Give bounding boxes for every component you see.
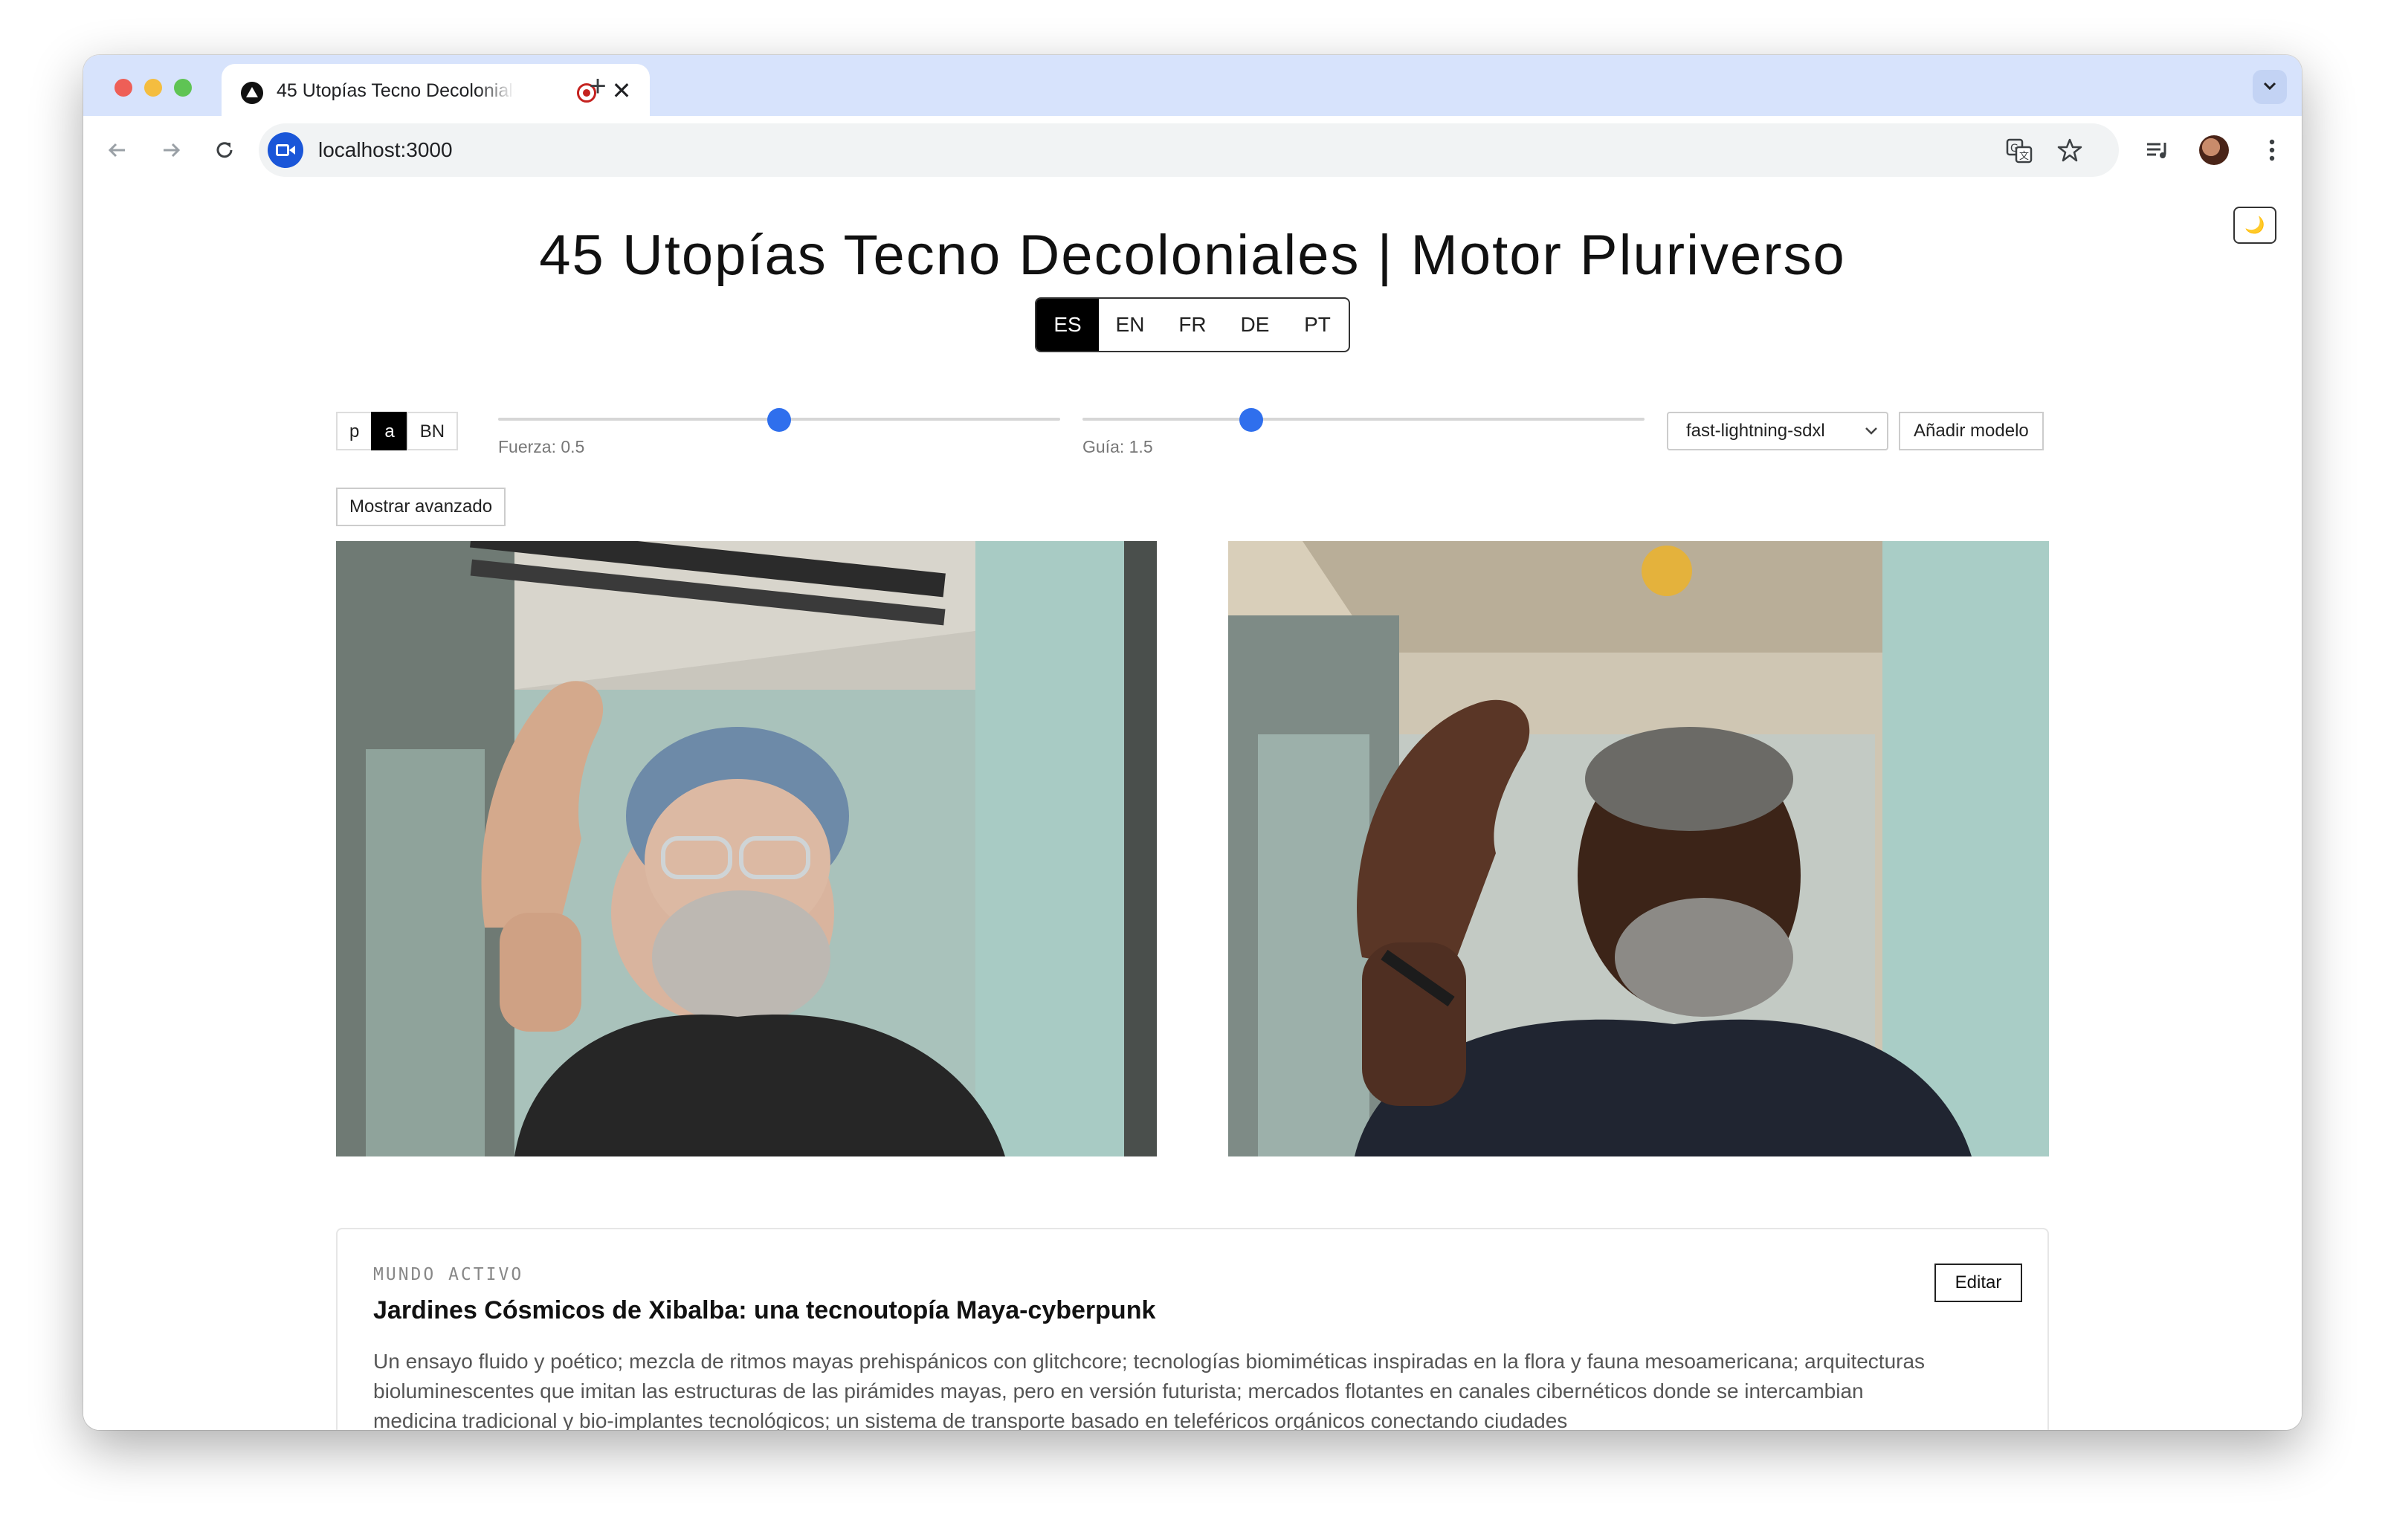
slider-thumb[interactable]: [1239, 408, 1263, 432]
back-button[interactable]: [100, 132, 135, 168]
browser-toolbar: localhost:3000 G文: [83, 116, 2302, 186]
tab-strip: 45 Utopías Tecno Decoloniales | Motor Pl…: [83, 55, 2302, 117]
mode-bn-button[interactable]: BN: [406, 412, 459, 450]
arrow-right-icon: [164, 143, 181, 158]
translate-icon[interactable]: G文: [2006, 137, 2033, 164]
mode-switcher: p a BN: [336, 412, 459, 450]
strength-slider[interactable]: Fuerza: 0.5: [498, 403, 1060, 456]
maximize-window-button[interactable]: [174, 79, 192, 97]
reload-button[interactable]: [207, 132, 242, 168]
camera-icon[interactable]: [268, 132, 303, 168]
favicon-icon: [241, 82, 263, 104]
more-menu-icon[interactable]: [2254, 132, 2290, 168]
minimize-window-button[interactable]: [144, 79, 162, 97]
add-model-button[interactable]: Añadir modelo: [1899, 412, 2044, 450]
lang-es-button[interactable]: ES: [1036, 299, 1099, 351]
chevron-down-icon: [1865, 427, 1877, 435]
guidance-label: Guía: 1.5: [1082, 437, 1153, 456]
active-world-card: MUNDO ACTIVO Jardines Cósmicos de Xibalb…: [336, 1228, 2049, 1430]
lang-en-button[interactable]: EN: [1099, 299, 1161, 351]
browser-window: 45 Utopías Tecno Decoloniales | Motor Pl…: [83, 55, 2302, 1430]
star-icon[interactable]: [2056, 137, 2083, 164]
output-video: [1228, 541, 2049, 1156]
new-tab-button[interactable]: +: [580, 70, 616, 106]
world-description: Un ensayo fluido y poético; mezcla de ri…: [373, 1350, 1926, 1430]
forward-button[interactable]: [153, 132, 189, 168]
strength-label: Fuerza: 0.5: [498, 437, 585, 456]
slider-thumb[interactable]: [767, 408, 791, 432]
slider-track[interactable]: [1082, 418, 1645, 421]
close-window-button[interactable]: [114, 79, 132, 97]
input-video: [336, 541, 1157, 1156]
page-title: 45 Utopías Tecno Decoloniales | Motor Pl…: [539, 224, 1846, 287]
model-select-value: fast-lightning-sdxl: [1686, 421, 1825, 441]
lang-de-button[interactable]: DE: [1224, 299, 1286, 351]
tab-title: 45 Utopías Tecno Decoloniales | Motor Pl…: [277, 80, 514, 102]
show-advanced-button[interactable]: Mostrar avanzado: [336, 488, 506, 526]
lang-fr-button[interactable]: FR: [1161, 299, 1224, 351]
world-title: Jardines Cósmicos de Xibalba: una tecnou…: [373, 1296, 1156, 1324]
guidance-slider[interactable]: Guía: 1.5: [1082, 403, 1645, 456]
profile-avatar[interactable]: [2199, 135, 2229, 165]
lang-pt-button[interactable]: PT: [1286, 299, 1349, 351]
svg-text:文: 文: [2019, 151, 2029, 162]
address-bar[interactable]: localhost:3000 G文: [259, 123, 2119, 177]
arrow-left-icon: [108, 143, 125, 158]
tab-search-button[interactable]: [2253, 70, 2287, 104]
mode-p-button[interactable]: p: [336, 412, 373, 450]
world-kicker: MUNDO ACTIVO: [373, 1265, 524, 1284]
edit-world-button[interactable]: Editar: [1934, 1264, 2022, 1302]
mode-a-button[interactable]: a: [371, 412, 408, 450]
media-queue-icon[interactable]: [2140, 132, 2175, 168]
language-switcher: ES EN FR DE PT: [1035, 297, 1350, 352]
reload-icon: [216, 142, 233, 158]
url-text: localhost:3000: [318, 138, 453, 161]
model-select[interactable]: fast-lightning-sdxl: [1667, 412, 1888, 450]
page-content: 🌙 45 Utopías Tecno Decoloniales | Motor …: [83, 184, 2302, 1430]
chevron-down-icon: [2263, 82, 2276, 91]
